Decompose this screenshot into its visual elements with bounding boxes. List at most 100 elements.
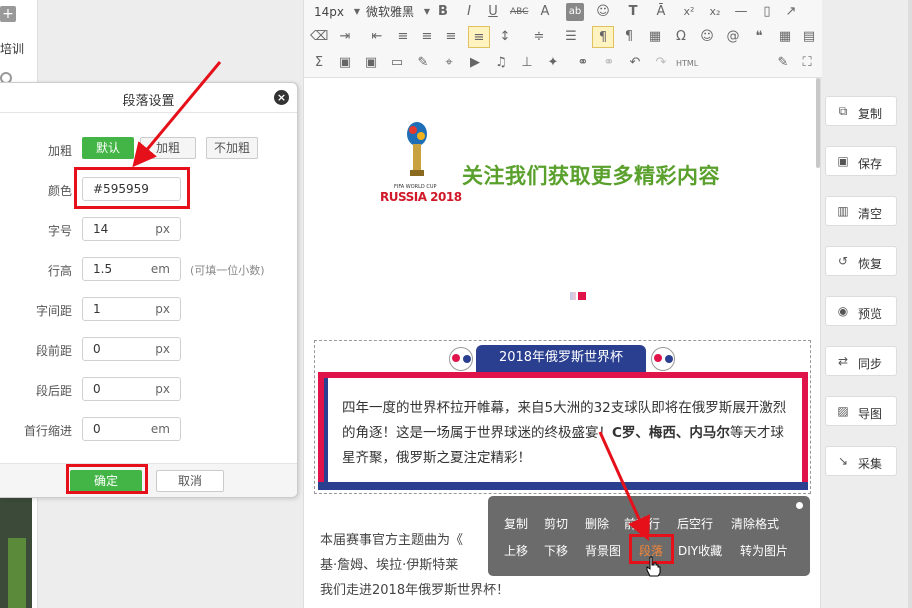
side-preview-button[interactable]: ◉ 预览	[825, 296, 897, 326]
subscript-icon[interactable]: x₂	[706, 3, 724, 21]
sigma-icon[interactable]: Σ	[310, 54, 328, 72]
soccer-ball-icon	[651, 347, 675, 371]
ctx-to-image[interactable]: 转为图片	[740, 542, 788, 559]
ctx-copy[interactable]: 复制	[504, 515, 528, 532]
ctx-background-image[interactable]: 背景图	[585, 542, 621, 559]
font-color-icon[interactable]: A	[536, 3, 554, 21]
side-copy-button[interactable]: ⧉ 复制	[825, 96, 897, 126]
table-icon[interactable]: ▦	[646, 28, 664, 46]
font-family-select[interactable]: 微软雅黑	[366, 3, 414, 21]
content-paragraph[interactable]: 四年一度的世界杯拉开帷幕，来自5大洲的32支球队即将在俄罗斯展开激烈的角逐！这是…	[342, 396, 788, 471]
images-icon[interactable]: ▣	[362, 54, 380, 72]
superscript-icon[interactable]: x²	[680, 3, 698, 21]
underline-icon[interactable]: U	[484, 3, 502, 21]
ctx-clear-format[interactable]: 清除格式	[731, 515, 779, 532]
align-right-icon[interactable]: ≡	[442, 28, 460, 46]
outdent-icon[interactable]: ⇤	[368, 28, 386, 46]
screen-icon[interactable]: ▭	[388, 54, 406, 72]
magic-wand-icon[interactable]: ✦	[544, 54, 562, 72]
brush-icon[interactable]: ✎	[414, 54, 432, 72]
italic-icon[interactable]: I	[460, 3, 478, 21]
quote-icon[interactable]: ❝	[750, 28, 768, 46]
ltr-icon[interactable]: ¶	[592, 26, 614, 48]
line-height-icon[interactable]: ↕	[496, 28, 514, 46]
image-export-icon: ▨	[837, 404, 849, 418]
side-restore-button[interactable]: ↺ 恢复	[825, 246, 897, 276]
list-icon[interactable]: ☰	[562, 28, 580, 46]
add-icon[interactable]: +	[0, 6, 16, 22]
link-icon[interactable]: ⚭	[574, 54, 592, 72]
strikethrough-icon[interactable]: ABC	[510, 3, 528, 21]
align-center-icon[interactable]: ≡	[418, 28, 436, 46]
chevron-down-icon[interactable]: ▼	[348, 3, 366, 21]
music-icon[interactable]: ♫	[492, 54, 510, 72]
bold-icon[interactable]: B	[434, 3, 452, 21]
map-pin-icon[interactable]: ⌖	[440, 54, 458, 72]
space-before-input[interactable]: 0 px	[82, 337, 181, 361]
emoji-icon[interactable]: ☺	[594, 3, 612, 21]
world-cup-logo-icon	[407, 122, 427, 176]
ctx-cut[interactable]: 剪切	[544, 515, 568, 532]
undo-icon[interactable]: ↶	[626, 54, 644, 72]
side-export-image-button[interactable]: ▨ 导图	[825, 396, 897, 426]
external-icon[interactable]: ↗	[782, 3, 800, 21]
side-collect-button[interactable]: ↘ 采集	[825, 446, 897, 476]
text-transform-icon[interactable]: T	[624, 3, 642, 21]
trash-icon: ▥	[837, 204, 849, 218]
bold-off-button[interactable]: 不加粗	[206, 137, 258, 159]
ctx-move-up[interactable]: 上移	[504, 542, 528, 559]
font-size-input[interactable]: 14 px	[82, 217, 181, 241]
line-height-input[interactable]: 1.5 em	[82, 257, 181, 281]
align-left-icon[interactable]: ≡	[394, 28, 412, 46]
html-button[interactable]: HTML	[676, 55, 698, 73]
indent-icon[interactable]: ⇥	[336, 28, 354, 46]
paragraph-spacing-icon[interactable]: ≑	[530, 28, 548, 46]
close-icon[interactable]: ×	[274, 90, 289, 105]
image-icon[interactable]: ▣	[336, 54, 354, 72]
font-size-select[interactable]: 14px	[314, 3, 344, 21]
side-save-button[interactable]: ▣ 保存	[825, 146, 897, 176]
at-icon[interactable]: @	[724, 28, 742, 46]
letter-spacing-icon[interactable]: Ā	[652, 3, 670, 21]
ctx-delete[interactable]: 删除	[585, 515, 609, 532]
eraser-icon[interactable]: ⌫	[310, 28, 328, 46]
stamp-icon[interactable]: ⊥	[518, 54, 536, 72]
unlink-icon[interactable]: ⚭	[600, 54, 618, 72]
bold-row: 加粗 默认 加粗 不加粗	[0, 137, 298, 161]
soccer-ball-icon	[449, 347, 473, 371]
letter-spacing-input[interactable]: 1 px	[82, 297, 181, 321]
horizontal-rule-icon[interactable]: —	[732, 3, 750, 21]
rtl-icon[interactable]: ¶	[620, 28, 638, 46]
doc-icon[interactable]: ▤	[800, 28, 818, 46]
edit-icon[interactable]: ✎	[774, 54, 792, 72]
ctx-insert-after[interactable]: 后空行	[677, 515, 713, 532]
grid-icon[interactable]: ▦	[776, 28, 794, 46]
page-scrollbar[interactable]	[908, 0, 912, 608]
background-color-icon[interactable]: ab	[566, 3, 584, 21]
editor-toolbar: 14px ▼ 微软雅黑 ▼ B I U ABC A ab ☺ T Ā x² x₂…	[304, 0, 822, 78]
collect-icon: ↘	[837, 454, 849, 468]
ctx-insert-before[interactable]: 前空行	[624, 515, 660, 532]
context-menu-close-icon[interactable]	[796, 502, 803, 509]
fullscreen-icon[interactable]: ⛶	[798, 54, 816, 72]
bold-default-button[interactable]: 默认	[82, 137, 134, 159]
indent-unit: em	[150, 422, 170, 436]
side-clear-button[interactable]: ▥ 清空	[825, 196, 897, 226]
paragraph-settings-dialog: 段落设置 × 加粗 默认 加粗 不加粗 颜色 #595959 字号 14 px …	[0, 82, 298, 498]
redo-icon[interactable]: ↷	[652, 54, 670, 72]
bold-on-button[interactable]: 加粗	[140, 137, 196, 159]
body-paragraph[interactable]: 本届赛事官方主题曲为《 基·詹姆、埃拉·伊斯特莱 我们走进2018年俄罗斯世界杯…	[320, 528, 510, 603]
video-icon[interactable]: ▶	[466, 54, 484, 72]
indent-input[interactable]: 0 em	[82, 417, 181, 441]
left-nav-item-partial[interactable]: 培训	[0, 40, 24, 57]
omega-icon[interactable]: Ω	[672, 28, 690, 46]
ctx-diy-favorite[interactable]: DIY收藏	[678, 542, 722, 559]
font-size-value: 14	[93, 222, 109, 236]
page-icon[interactable]: ▯	[758, 3, 776, 21]
cancel-button[interactable]: 取消	[156, 470, 224, 492]
ctx-move-down[interactable]: 下移	[544, 542, 568, 559]
side-sync-button[interactable]: ⇄ 同步	[825, 346, 897, 376]
space-after-input[interactable]: 0 px	[82, 377, 181, 401]
align-justify-icon[interactable]: ≡	[468, 26, 490, 48]
smiley-icon[interactable]: ☺	[698, 28, 716, 46]
